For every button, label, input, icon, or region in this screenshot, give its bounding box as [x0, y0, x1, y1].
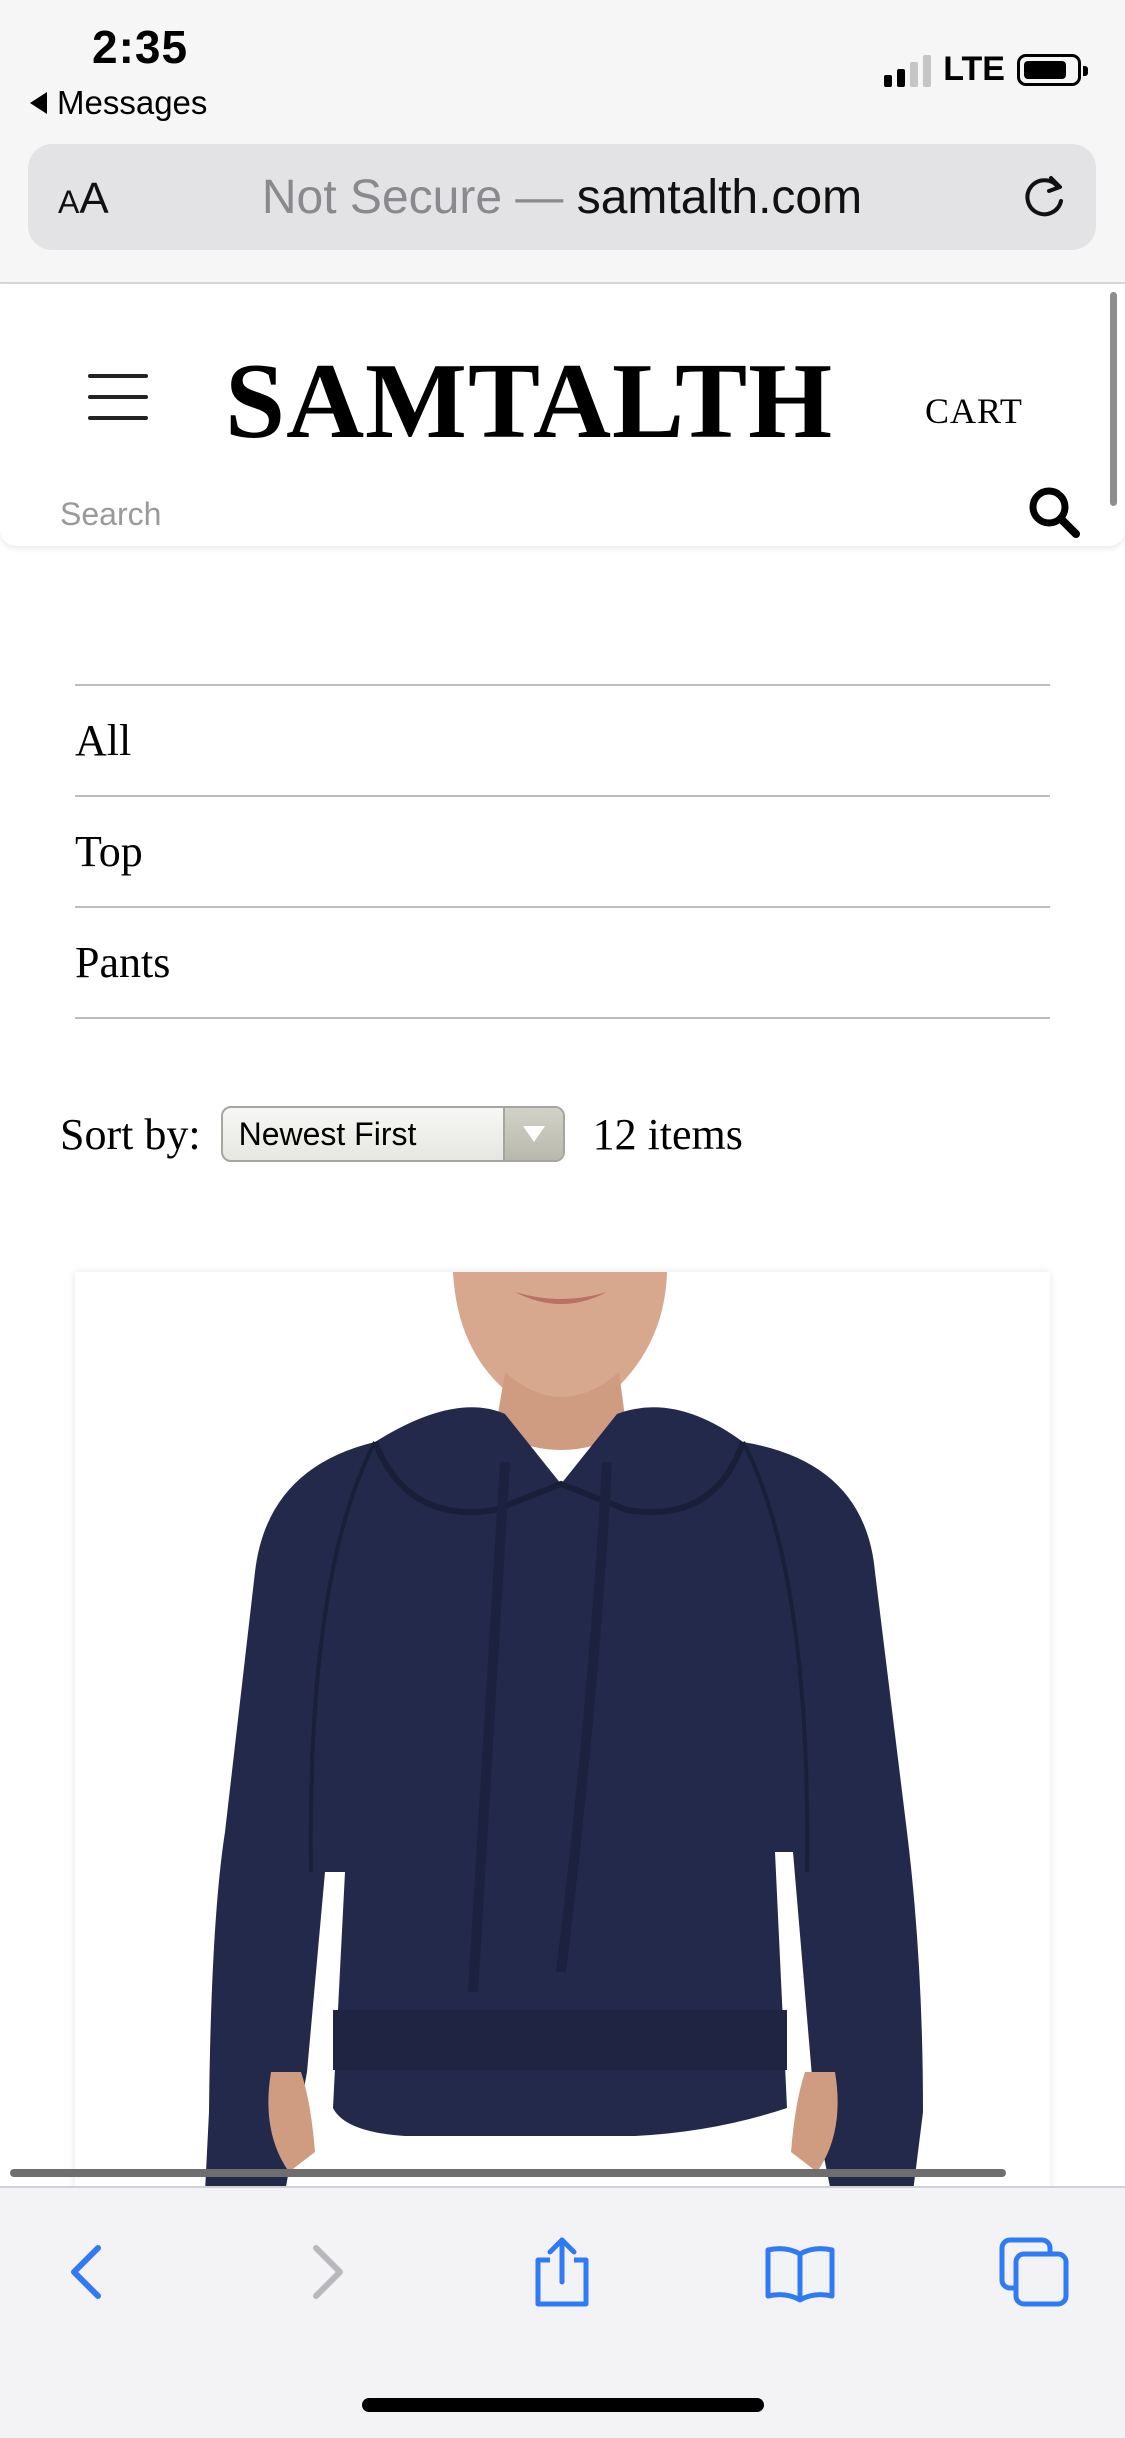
horizontal-scrollbar — [10, 2169, 1006, 2177]
product-image[interactable] — [75, 1272, 1050, 2192]
product-card[interactable] — [75, 1272, 1050, 2192]
share-icon[interactable] — [524, 2234, 600, 2310]
back-arrow-icon[interactable] — [52, 2234, 128, 2310]
not-secure-label: Not Secure — — [261, 171, 564, 224]
back-to-messages-label: Messages — [57, 84, 208, 121]
site-header: SAMTALTH CART — [0, 284, 1125, 546]
reload-icon[interactable] — [1018, 172, 1070, 224]
url-domain: samtalth.com — [576, 171, 863, 224]
forward-arrow-icon[interactable] — [286, 2234, 362, 2310]
menu-icon[interactable] — [88, 374, 148, 420]
dropdown-arrow-icon — [502, 1108, 563, 1160]
url-display[interactable]: Not Secure — samtalth.com — [28, 170, 1096, 225]
site-logo[interactable]: SAMTALTH — [225, 340, 833, 464]
home-indicator[interactable] — [362, 2398, 764, 2412]
search-icon[interactable] — [1026, 484, 1082, 540]
sort-select[interactable]: Newest First — [220, 1106, 565, 1162]
category-all[interactable]: All — [75, 686, 1050, 797]
vertical-scrollbar — [1110, 292, 1117, 506]
battery-icon — [1017, 53, 1088, 86]
search-input[interactable] — [60, 492, 960, 536]
category-list: All Top Pants — [75, 684, 1050, 1019]
category-pants[interactable]: Pants — [75, 908, 1050, 1019]
cart-link[interactable]: CART — [925, 390, 1023, 432]
sort-label: Sort by: — [60, 1109, 201, 1159]
category-top[interactable]: Top — [75, 797, 1050, 908]
back-to-messages[interactable]: Messages — [30, 84, 207, 122]
item-count: 12 items — [592, 1109, 743, 1159]
signal-strength-icon — [884, 53, 932, 87]
back-triangle-icon — [30, 92, 47, 114]
address-bar[interactable]: AA Not Secure — samtalth.com — [28, 144, 1096, 250]
network-type: LTE — [943, 50, 1005, 88]
status-time: 2:35 — [92, 21, 189, 73]
bookmarks-icon[interactable] — [762, 2234, 838, 2310]
tabs-icon[interactable] — [996, 2234, 1072, 2310]
status-bar: 2:35 Messages LTE — [0, 0, 1125, 140]
sort-selected-value: Newest First — [238, 1115, 417, 1152]
status-indicators: LTE — [884, 50, 1088, 89]
sort-row: Sort by: Newest First 12 items — [60, 1104, 743, 1164]
browser-address-area: AA Not Secure — samtalth.com — [0, 140, 1125, 284]
